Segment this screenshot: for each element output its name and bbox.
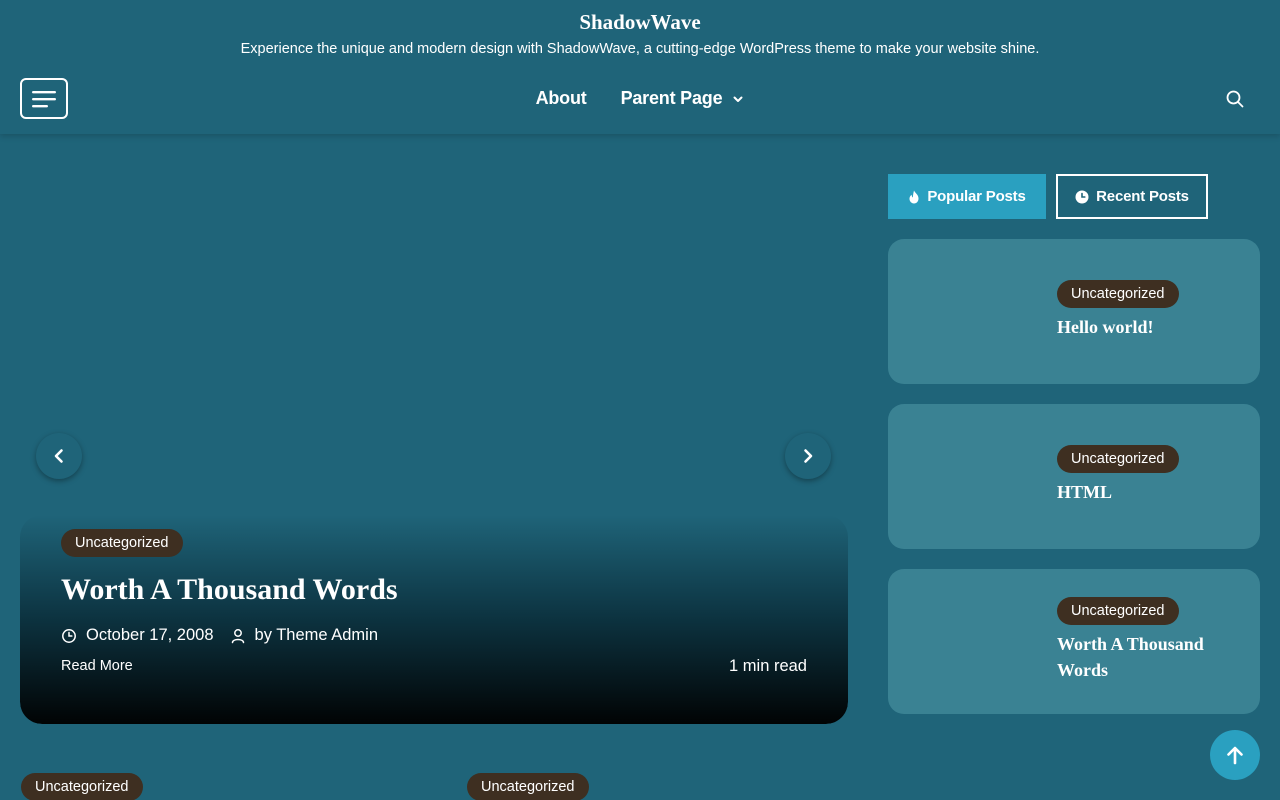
- read-more-link[interactable]: Read More: [61, 658, 133, 674]
- slider-next-button[interactable]: [785, 433, 831, 479]
- nav-item-about[interactable]: About: [536, 88, 587, 109]
- sidebar-post-title[interactable]: HTML: [1057, 479, 1237, 505]
- sidebar-post-title[interactable]: Hello world!: [1057, 314, 1237, 340]
- chevron-down-icon: [733, 96, 743, 102]
- clock-icon: [1075, 190, 1089, 203]
- site-tagline: Experience the unique and modern design …: [240, 41, 1040, 57]
- category-badge[interactable]: Uncategorized: [1057, 597, 1179, 625]
- category-badge[interactable]: Uncategorized: [21, 773, 143, 800]
- tab-popular-posts[interactable]: Popular Posts: [888, 174, 1046, 219]
- slider-prev-button[interactable]: [36, 433, 82, 479]
- post-date[interactable]: October 17, 2008: [61, 626, 214, 645]
- nav-item-parent-page[interactable]: Parent Page: [621, 88, 745, 109]
- search-icon: [1226, 90, 1244, 108]
- tab-label: Recent Posts: [1096, 188, 1189, 205]
- user-icon: [231, 628, 244, 643]
- main-navigation: About Parent Page: [0, 88, 1280, 109]
- tab-recent-posts[interactable]: Recent Posts: [1056, 174, 1208, 219]
- chevron-right-icon: [804, 449, 813, 463]
- arrow-up-icon: [1227, 746, 1243, 765]
- nav-item-label: Parent Page: [620, 88, 723, 108]
- site-header: ShadowWave Experience the unique and mod…: [0, 0, 1280, 134]
- post-author[interactable]: by Theme Admin: [230, 626, 379, 645]
- sidebar-post-card[interactable]: Uncategorized Worth A Thousand Words: [888, 569, 1260, 714]
- category-badge[interactable]: Uncategorized: [467, 773, 589, 800]
- back-to-top-button[interactable]: [1210, 730, 1260, 780]
- hero-slider: Uncategorized Worth A Thousand Words Oct…: [20, 165, 848, 724]
- category-badge[interactable]: Uncategorized: [61, 529, 183, 557]
- fire-icon: [909, 190, 919, 203]
- post-meta: October 17, 2008 by Theme Admin: [61, 626, 394, 645]
- post-author-text: by Theme Admin: [254, 626, 379, 644]
- tab-label: Popular Posts: [927, 188, 1026, 205]
- site-title[interactable]: ShadowWave: [0, 10, 1280, 35]
- category-badge[interactable]: Uncategorized: [1057, 280, 1179, 308]
- sidebar-post-card[interactable]: Uncategorized HTML: [888, 404, 1260, 549]
- clock-icon: [62, 628, 76, 643]
- category-badge[interactable]: Uncategorized: [1057, 445, 1179, 473]
- hero-post-title[interactable]: Worth A Thousand Words: [61, 573, 398, 607]
- post-date-text: October 17, 2008: [86, 626, 214, 644]
- sidebar-post-card[interactable]: Uncategorized Hello world!: [888, 239, 1260, 384]
- read-time: 1 min read: [729, 657, 807, 675]
- nav-item-label: About: [535, 88, 587, 108]
- sidebar-post-title[interactable]: Worth A Thousand Words: [1057, 631, 1237, 683]
- chevron-left-icon: [54, 449, 63, 463]
- search-button[interactable]: [1225, 89, 1245, 109]
